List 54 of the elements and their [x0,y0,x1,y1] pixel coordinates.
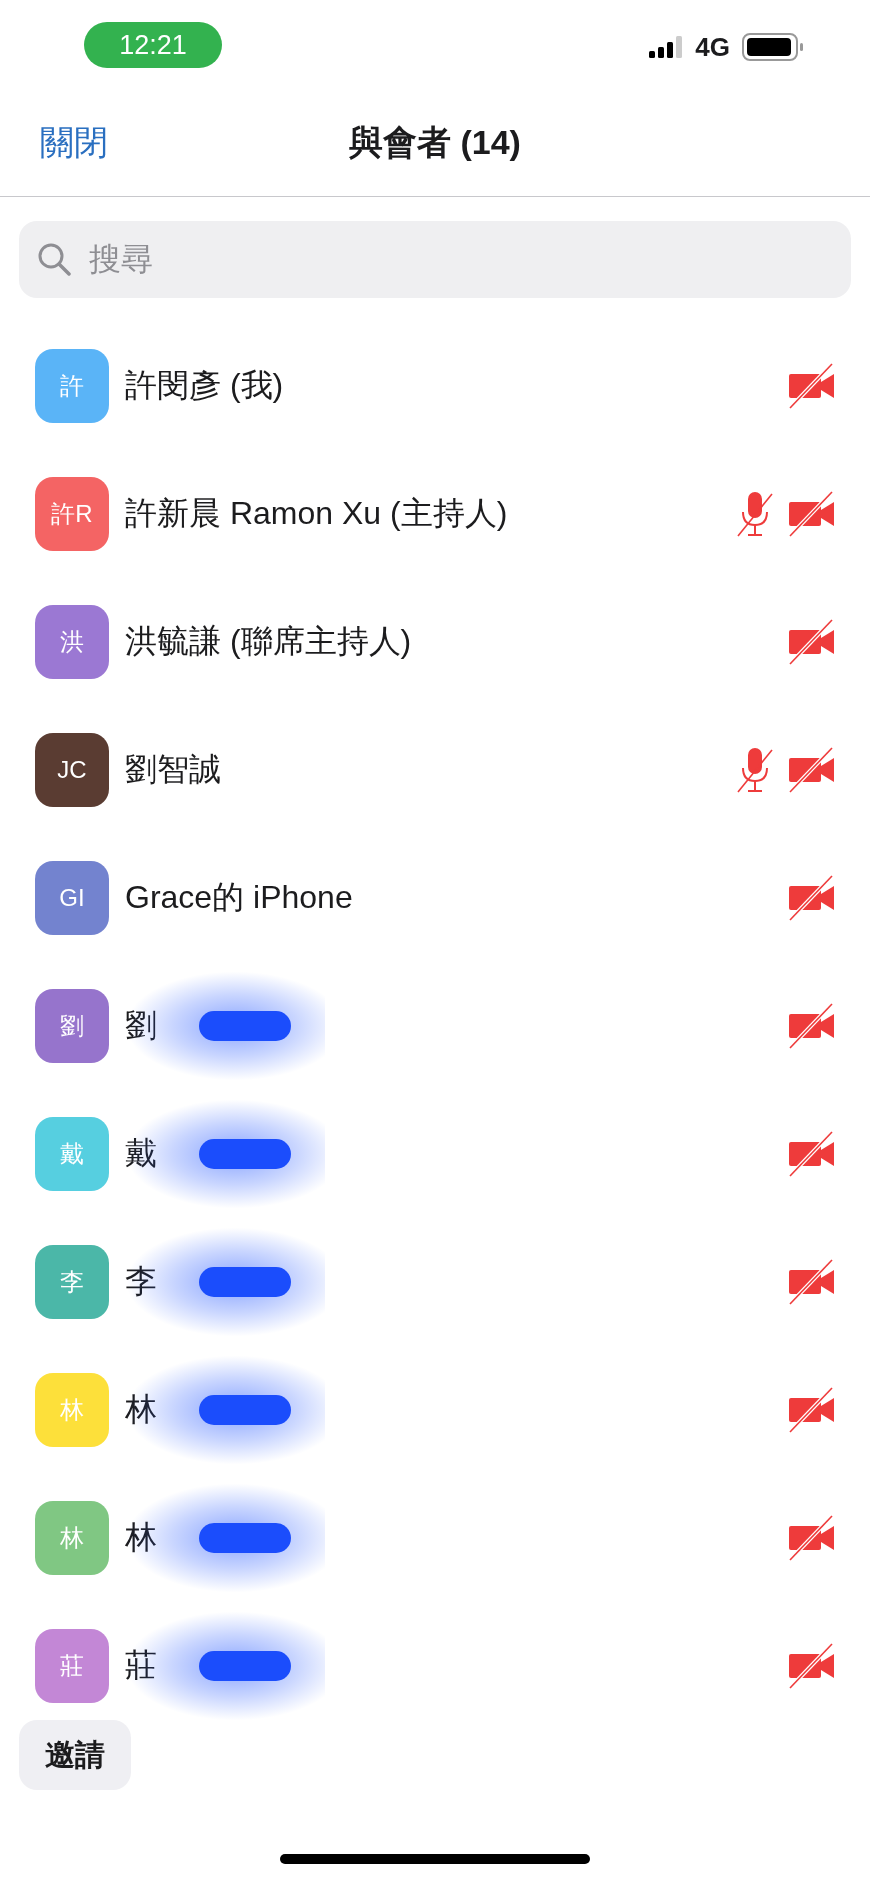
video-off-icon[interactable] [788,619,836,665]
search-field[interactable]: 搜尋 [19,221,851,298]
participant-row[interactable]: 林 林 [0,1474,870,1602]
close-link[interactable]: 關閉 [40,120,108,166]
participant-name: 許新晨 Ramon Xu (主持人) [125,494,508,533]
video-off-icon[interactable] [788,1259,836,1305]
participant-avatar: 劉 [35,989,109,1063]
video-off-icon[interactable] [788,747,836,793]
video-off-icon[interactable] [788,1387,836,1433]
invite-button[interactable]: 邀請 [19,1720,131,1790]
participant-avatar: 戴 [35,1117,109,1191]
video-off-icon[interactable] [788,875,836,921]
participant-name: 劉 [125,1006,157,1045]
signal-icon [649,36,684,58]
participant-avatar: 林 [35,1501,109,1575]
participant-avatar: 莊 [35,1629,109,1703]
participant-row[interactable]: 許R 許新晨 Ramon Xu (主持人) [0,450,870,578]
participant-avatar: 許R [35,477,109,551]
participant-name: 戴 [125,1134,157,1173]
participant-row[interactable]: JC 劉智誠 [0,706,870,834]
participant-name: 李 [125,1262,157,1301]
video-off-icon[interactable] [788,1643,836,1689]
participant-row[interactable]: 劉 劉 [0,962,870,1090]
network-label: 4G [695,31,730,63]
participant-name: 劉智誠 [125,750,221,789]
participant-name: 洪毓謙 (聯席主持人) [125,622,412,661]
participant-name: 林 [125,1518,157,1557]
participant-avatar: 李 [35,1245,109,1319]
mic-muted-icon[interactable] [736,746,774,794]
participant-row[interactable]: 戴 戴 [0,1090,870,1218]
participant-avatar: 林 [35,1373,109,1447]
battery-icon [742,33,804,61]
participant-name: 林 [125,1390,157,1429]
video-off-icon[interactable] [788,363,836,409]
participant-avatar: 許 [35,349,109,423]
video-off-icon[interactable] [788,1515,836,1561]
participant-avatar: 洪 [35,605,109,679]
participant-avatar: JC [35,733,109,807]
participant-name: 許閔彥 (我) [125,366,284,405]
participant-avatar: GI [35,861,109,935]
video-off-icon[interactable] [788,1003,836,1049]
video-off-icon[interactable] [788,491,836,537]
search-icon [37,242,71,276]
screen-title: 與會者 (14) [349,122,521,163]
video-off-icon[interactable] [788,1131,836,1177]
status-time: 12:21 [84,22,222,68]
participant-row[interactable]: 許 許閔彥 (我) [0,322,870,450]
mic-muted-icon[interactable] [736,490,774,538]
participant-row[interactable]: 洪 洪毓謙 (聯席主持人) [0,578,870,706]
participant-row[interactable]: 李 李 [0,1218,870,1346]
participant-row[interactable]: GI Grace的 iPhone [0,834,870,962]
participant-name: Grace的 iPhone [125,878,353,917]
participant-name: 莊 [125,1646,157,1685]
participant-row[interactable]: 林 林 [0,1346,870,1474]
